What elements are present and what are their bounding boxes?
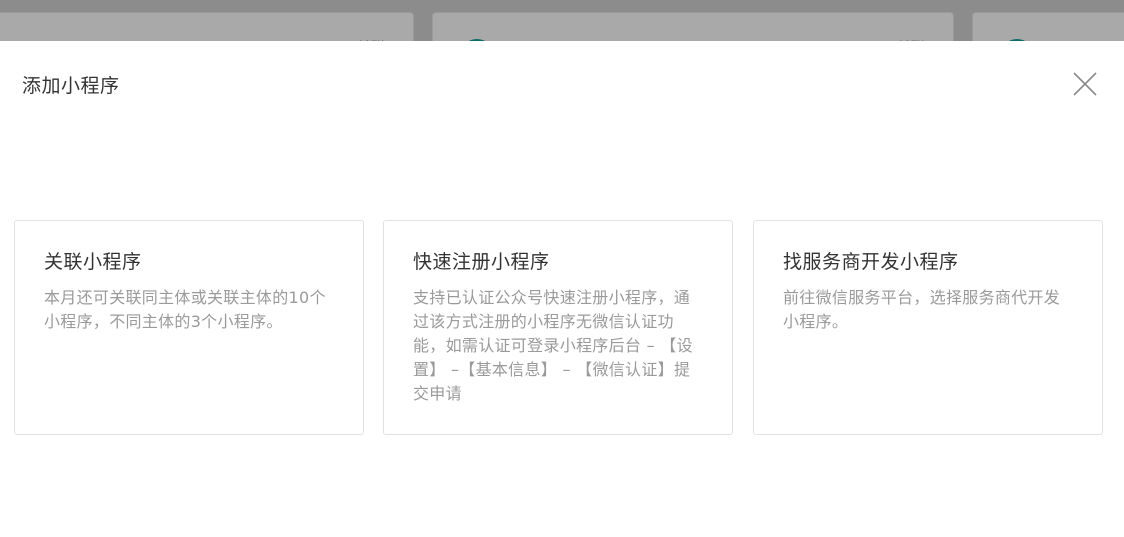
dialog-title: 添加小程序 (22, 75, 120, 97)
option-card-quick-register[interactable]: 快速注册小程序 支持已认证公众号快速注册小程序，通过该方式注册的小程序无微信认证… (383, 220, 733, 435)
option-description: 前往微信服务平台，选择服务商代开发小程序。 (783, 288, 1061, 331)
close-icon (1073, 72, 1097, 96)
option-title: 找服务商开发小程序 (783, 251, 959, 273)
option-description: 本月还可关联同主体或关联主体的10个小程序，不同主体的3个小程序。 (44, 288, 326, 331)
close-button[interactable] (1072, 71, 1098, 97)
option-title: 关联小程序 (44, 251, 142, 273)
option-description: 支持已认证公众号快速注册小程序，通过该方式注册的小程序无微信认证功能，如需认证可… (413, 288, 693, 403)
option-title: 快速注册小程序 (413, 251, 550, 273)
option-card-link-mini-program[interactable]: 关联小程序 本月还可关联同主体或关联主体的10个小程序，不同主体的3个小程序。 (14, 220, 364, 435)
option-card-find-service-provider[interactable]: 找服务商开发小程序 前往微信服务平台，选择服务商代开发小程序。 (753, 220, 1103, 435)
add-mini-program-dialog: 添加小程序 关联小程序 本月还可关联同主体或关联主体的10个小程序，不同主体的3… (0, 41, 1124, 537)
